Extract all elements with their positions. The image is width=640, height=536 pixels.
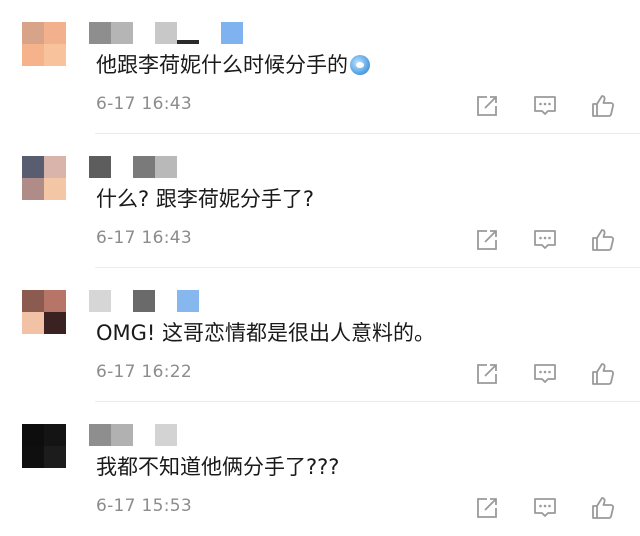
- thumbs-up-icon: [592, 95, 615, 117]
- reply-button[interactable]: [532, 93, 558, 119]
- comment-text-content: 他跟李荷妮什么时候分手的: [96, 53, 348, 77]
- comment-timestamp: 6-17 16:43: [96, 228, 192, 248]
- reply-button[interactable]: [532, 361, 558, 387]
- avatar-pixel: [44, 44, 66, 66]
- avatar-pixel: [22, 156, 44, 178]
- like-button[interactable]: [590, 93, 616, 119]
- avatar-pixel: [22, 312, 44, 334]
- like-button[interactable]: [590, 495, 616, 521]
- comment-text: 我都不知道他俩分手了???: [96, 455, 340, 479]
- avatar-pixel: [44, 22, 66, 44]
- share-icon: [477, 498, 497, 518]
- username-redacted[interactable]: [89, 20, 243, 44]
- thumbs-up-icon: [592, 497, 615, 519]
- avatar-pixel: [22, 446, 44, 468]
- avatar-pixel: [22, 290, 44, 312]
- comment-item: 他跟李荷妮什么时候分手的 6-17 16:43: [0, 0, 640, 134]
- redaction-block: [155, 424, 177, 446]
- doraemon-emoji-icon: [350, 55, 370, 75]
- avatar-pixel: [44, 446, 66, 468]
- avatar-pixel: [44, 178, 66, 200]
- thumbs-up-icon: [592, 363, 615, 385]
- avatar[interactable]: [22, 156, 66, 200]
- username-redacted[interactable]: [89, 422, 177, 446]
- thumbs-up-icon: [592, 229, 615, 251]
- redaction-block: [177, 290, 199, 312]
- reply-button[interactable]: [532, 495, 558, 521]
- comment-icon: [534, 96, 556, 115]
- avatar[interactable]: [22, 22, 66, 66]
- comment-timestamp: 6-17 15:53: [96, 496, 192, 516]
- avatar[interactable]: [22, 290, 66, 334]
- username-redacted[interactable]: [89, 288, 199, 312]
- comment-icon: [534, 230, 556, 249]
- comment-item: 我都不知道他俩分手了??? 6-17 15:53: [0, 402, 640, 536]
- share-button[interactable]: [474, 361, 500, 387]
- comment-text: OMG! 这哥恋情都是很出人意料的。: [96, 321, 436, 345]
- avatar-pixel: [22, 22, 44, 44]
- like-button[interactable]: [590, 227, 616, 253]
- comment-text: 他跟李荷妮什么时候分手的: [96, 50, 370, 80]
- redaction-block: [133, 156, 155, 178]
- comment-timestamp: 6-17 16:22: [96, 362, 192, 382]
- redaction-block: [111, 424, 133, 446]
- comment-actions: [470, 227, 630, 253]
- comment-item: 什么? 跟李荷妮分手了? 6-17 16:43: [0, 134, 640, 268]
- redaction-block: [89, 22, 111, 44]
- redaction-block: [155, 22, 177, 44]
- comment-timestamp: 6-17 16:43: [96, 94, 192, 114]
- comment-icon: [534, 364, 556, 383]
- redaction-block: [155, 156, 177, 178]
- avatar-pixel: [44, 424, 66, 446]
- reply-button[interactable]: [532, 227, 558, 253]
- avatar-pixel: [22, 424, 44, 446]
- share-button[interactable]: [474, 227, 500, 253]
- avatar[interactable]: [22, 424, 66, 468]
- share-icon: [477, 96, 497, 116]
- username-redacted[interactable]: [89, 154, 177, 178]
- redaction-block: [89, 156, 111, 178]
- comment-actions: [470, 495, 630, 521]
- comment-icon: [534, 498, 556, 517]
- redaction-block: [89, 290, 111, 312]
- redaction-block: [221, 22, 243, 44]
- comment-item: OMG! 这哥恋情都是很出人意料的。 6-17 16:22: [0, 268, 640, 402]
- share-button[interactable]: [474, 495, 500, 521]
- comment-actions: [470, 361, 630, 387]
- share-icon: [477, 230, 497, 250]
- comment-text: 什么? 跟李荷妮分手了?: [96, 187, 314, 211]
- redaction-block: [177, 40, 199, 44]
- avatar-pixel: [22, 44, 44, 66]
- share-button[interactable]: [474, 93, 500, 119]
- comment-feed: 他跟李荷妮什么时候分手的 6-17 16:43 什么? 跟李荷妮分手了? 6-1…: [0, 0, 640, 535]
- avatar-pixel: [44, 290, 66, 312]
- redaction-block: [89, 424, 111, 446]
- redaction-block: [111, 22, 133, 44]
- share-icon: [477, 364, 497, 384]
- avatar-pixel: [22, 178, 44, 200]
- redaction-block: [133, 290, 155, 312]
- avatar-pixel: [44, 312, 66, 334]
- like-button[interactable]: [590, 361, 616, 387]
- comment-actions: [470, 93, 630, 119]
- avatar-pixel: [44, 156, 66, 178]
